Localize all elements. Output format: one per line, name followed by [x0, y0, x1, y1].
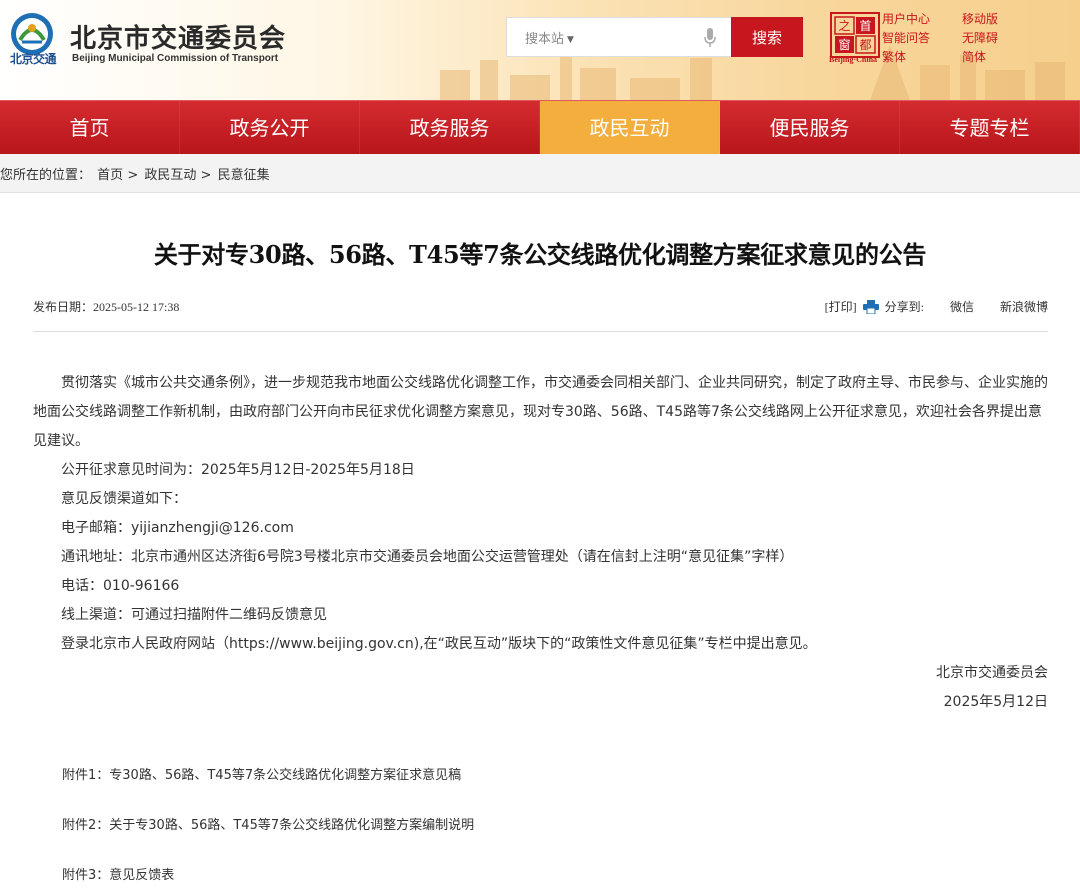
share-label: 分享到: [884, 300, 924, 314]
printer-icon[interactable] [862, 299, 879, 314]
caret-down-icon: ▼ [567, 34, 574, 45]
link-traditional-chinese[interactable]: 繁体 [882, 48, 930, 67]
attachment-link[interactable]: 附件3：意见反馈表 [62, 864, 174, 883]
title-divider [33, 331, 1048, 332]
site-header: 北京交通 北京市交通委员会 Beijing Municipal Commissi… [0, 0, 1080, 100]
publish-date-value: 2025-05-12 17:38 [93, 300, 180, 314]
article-paragraph: 贯彻落实《城市公共交通条例》，进一步规范我市地面公交线路优化调整工作，市交通委会… [33, 375, 1048, 449]
top-links-col1: 用户中心 智能问答 繁体 [882, 10, 930, 67]
capital-logo-caption: Beijing·China [829, 55, 878, 64]
search-box: 搜本站 ▼ [506, 17, 732, 57]
logo-subtitle: 北京交通 [9, 52, 57, 66]
svg-text:窗: 窗 [838, 38, 850, 52]
share-wechat[interactable]: 微信 [950, 298, 974, 315]
breadcrumb-separator: > [127, 168, 139, 183]
article-line: 公开征求意见时间为：2025年5月12日-2025年5月18日 [61, 462, 415, 478]
article-body: 贯彻落实《城市公共交通条例》，进一步规范我市地面公交线路优化调整工作，市交通委会… [33, 369, 1048, 717]
site-name-en: Beijing Municipal Commission of Transpor… [72, 53, 279, 64]
share-weibo[interactable]: 新浪微博 [1000, 298, 1048, 315]
breadcrumb-interaction[interactable]: 政民互动 [144, 168, 196, 183]
attachment-link[interactable]: 附件2：关于专30路、56路、T45等7条公交线路优化调整方案编制说明 [62, 814, 474, 833]
search-scope-label: 搜本站 [525, 32, 565, 47]
contact-website: 登录北京市人民政府网站（https://www.beijing.gov.cn),… [61, 636, 817, 652]
search-input[interactable] [587, 24, 697, 50]
contact-online: 线上渠道：可通过扫描附件二维码反馈意见 [61, 607, 327, 623]
link-smart-qa[interactable]: 智能问答 [882, 29, 930, 48]
breadcrumb-prefix: 您所在的位置： [0, 168, 92, 183]
print-link[interactable]: [打印] [825, 298, 857, 315]
link-user-center[interactable]: 用户中心 [882, 10, 930, 29]
article-meta: 发布日期：2025-05-12 17:38 [打印] 分享到: 微信 新浪微博 [33, 298, 1048, 318]
contact-phone: 电话：010-96166 [61, 578, 180, 594]
publish-date: 发布日期：2025-05-12 17:38 [33, 298, 179, 315]
contact-email: 电子邮箱：yijianzhengji@126.com [61, 520, 294, 536]
nav-item-special-topics[interactable]: 专题专栏 [900, 101, 1080, 154]
link-simplified-chinese[interactable]: 简体 [962, 48, 998, 67]
link-accessibility[interactable]: 无障碍 [962, 29, 998, 48]
nav-item-home[interactable]: 首页 [0, 101, 180, 154]
contact-address: 通讯地址：北京市通州区达济街6号院3号楼北京市交通委员会地面公交运营管理处（请在… [61, 549, 794, 565]
nav-item-interaction[interactable]: 政民互动 [540, 101, 720, 154]
nav-item-government-affairs[interactable]: 政务公开 [180, 101, 360, 154]
publish-date-label: 发布日期： [33, 300, 94, 314]
share-bar: [打印] 分享到: 微信 新浪微博 [825, 298, 1048, 315]
main-nav: 首页 政务公开 政务服务 政民互动 便民服务 专题专栏 [0, 100, 1080, 154]
breadcrumb: 您所在的位置： 首页 > 政民互动 > 民意征集 [0, 164, 270, 183]
svg-text:之: 之 [838, 19, 850, 33]
link-mobile[interactable]: 移动版 [962, 10, 998, 29]
site-name[interactable]: 北京市交通委员会 [70, 18, 286, 55]
search-button[interactable]: 搜索 [731, 17, 803, 57]
breadcrumb-separator: > [200, 168, 212, 183]
attachment-link[interactable]: 附件1：专30路、56路、T45等7条公交线路优化调整方案征求意见稿 [62, 764, 461, 783]
article-line: 意见反馈渠道如下： [61, 491, 187, 507]
signature-date: 2025年5月12日 [943, 694, 1048, 710]
article-container: 关于对专30路、56路、T45等7条公交线路优化调整方案征求意见的公告 发布日期… [0, 192, 1080, 888]
nav-item-government-services[interactable]: 政务服务 [360, 101, 540, 154]
breadcrumb-opinion-collection[interactable]: 民意征集 [218, 168, 270, 183]
svg-text:都: 都 [859, 38, 871, 52]
svg-text:首: 首 [859, 19, 871, 33]
breadcrumb-home[interactable]: 首页 [97, 168, 123, 183]
top-links-col2: 移动版 无障碍 简体 [962, 10, 998, 67]
article-title: 关于对专30路、56路、T45等7条公交线路优化调整方案征求意见的公告 [153, 240, 927, 269]
search-scope-dropdown[interactable]: 搜本站 ▼ [525, 28, 574, 47]
microphone-icon[interactable] [703, 27, 717, 49]
nav-item-public-services[interactable]: 便民服务 [720, 101, 900, 154]
signature-org: 北京市交通委员会 [936, 665, 1048, 681]
